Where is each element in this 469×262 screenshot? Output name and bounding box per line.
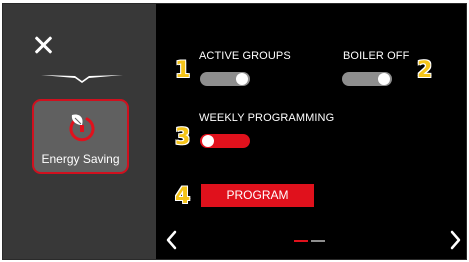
weekly-programming-toggle[interactable] bbox=[200, 134, 250, 148]
energy-saving-tile[interactable]: Energy Saving bbox=[32, 99, 129, 174]
active-groups-toggle[interactable] bbox=[200, 72, 250, 86]
chevron-right-icon[interactable] bbox=[450, 230, 462, 250]
leaf-power-icon bbox=[69, 114, 95, 142]
device-screen: Energy Saving 1 ACTIVE GROUPS 2 BOILER O… bbox=[2, 3, 467, 260]
sidebar: Energy Saving bbox=[3, 4, 156, 259]
wing-divider-icon bbox=[41, 75, 123, 83]
program-button[interactable]: PROGRAM bbox=[201, 184, 314, 207]
active-groups-label: ACTIVE GROUPS bbox=[199, 50, 291, 62]
weekly-programming-label: WEEKLY PROGRAMMING bbox=[199, 112, 335, 124]
badge-1: 1 bbox=[175, 58, 191, 83]
toggle-knob bbox=[378, 73, 390, 85]
toggle-knob bbox=[236, 73, 248, 85]
badge-2: 2 bbox=[417, 58, 433, 83]
toggle-knob bbox=[202, 135, 214, 147]
page-dot-inactive bbox=[311, 240, 325, 242]
badge-4: 4 bbox=[175, 184, 191, 209]
close-icon[interactable] bbox=[35, 36, 53, 54]
boiler-off-label: BOILER OFF bbox=[343, 50, 410, 62]
mode-label: Energy Saving bbox=[41, 152, 120, 166]
page-indicator bbox=[294, 240, 325, 242]
boiler-off-toggle[interactable] bbox=[342, 72, 392, 86]
chevron-left-icon[interactable] bbox=[165, 230, 177, 250]
badge-3: 3 bbox=[175, 125, 191, 150]
page-dot-active bbox=[294, 240, 308, 242]
